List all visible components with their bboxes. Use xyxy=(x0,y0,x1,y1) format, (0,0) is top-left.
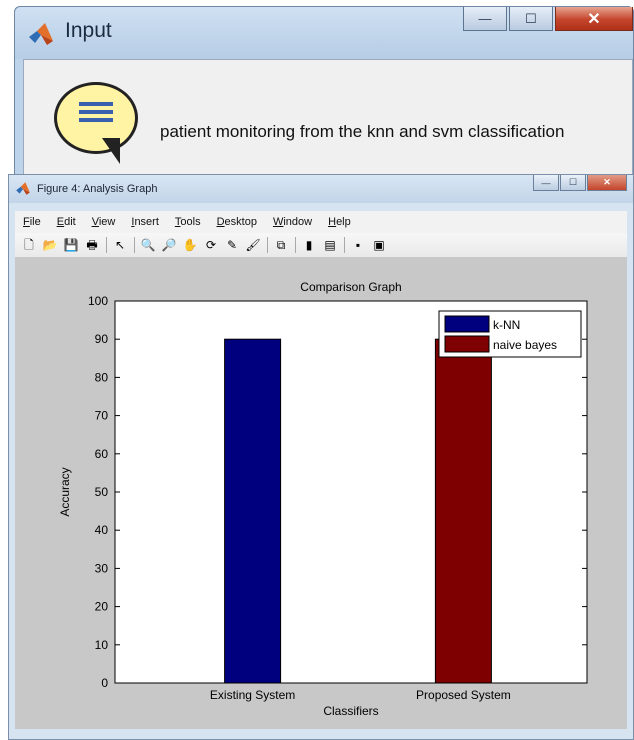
y-tick-label: 80 xyxy=(95,370,109,384)
y-axis-label: Accuracy xyxy=(58,467,72,516)
bar-k-nn xyxy=(224,338,282,684)
figure-titlebar[interactable]: Figure 4: Analysis Graph — ☐ ✕ xyxy=(9,175,633,203)
colorbar-icon[interactable]: ▮ xyxy=(301,237,317,253)
pan-hand-icon[interactable]: ✋ xyxy=(182,237,198,253)
new-file-icon[interactable]: 🗋 xyxy=(21,237,37,253)
toolbar-separator xyxy=(344,237,345,253)
open-folder-icon[interactable]: 📂 xyxy=(42,237,58,253)
plot-area xyxy=(114,300,588,684)
y-tick-label: 90 xyxy=(95,332,109,346)
y-tick-label: 60 xyxy=(95,447,109,461)
figure-maximize-button[interactable]: ☐ xyxy=(560,175,586,191)
x-axis-label: Classifiers xyxy=(323,704,378,718)
menu-item-edit[interactable]: Edit xyxy=(49,216,84,228)
help-dialog-icon xyxy=(54,82,138,154)
y-tick-label: 20 xyxy=(95,600,109,614)
menu-bar: File Edit View Insert Tools Desktop Window Help xyxy=(15,211,627,233)
toolbar-separator xyxy=(267,237,268,253)
show-plot-tools-icon[interactable]: ▣ xyxy=(371,237,387,253)
y-tick-label: 50 xyxy=(95,485,109,499)
data-cursor-icon[interactable]: ✎ xyxy=(224,237,240,253)
legend-swatch xyxy=(444,335,490,353)
bar-chart: Comparison Graph 0 10 20 30 40 50 60 70 80 90 100 Ex… xyxy=(58,280,588,718)
minimize-icon: — xyxy=(541,177,551,188)
figure-window: Figure 4: Analysis Graph — ☐ ✕ File Edit V… xyxy=(8,174,634,740)
print-icon[interactable]: 🖶 xyxy=(84,237,100,253)
figure-minimize-button[interactable]: — xyxy=(533,175,559,191)
text-lines-icon xyxy=(79,102,113,132)
chart-title: Comparison Graph xyxy=(300,280,401,294)
legend-label: naive bayes xyxy=(493,338,557,352)
legend-icon[interactable]: ▤ xyxy=(322,237,338,253)
y-tick-label: 40 xyxy=(95,523,109,537)
toolbar-separator xyxy=(295,237,296,253)
maximize-button[interactable]: ☐ xyxy=(509,7,553,31)
rotate-3d-icon[interactable]: ⟳ xyxy=(203,237,219,253)
y-tick-label: 70 xyxy=(95,409,109,423)
input-dialog-title: Input xyxy=(65,19,112,42)
dialog-message: patient monitoring from the knn and svm … xyxy=(160,122,565,141)
toolbar-separator xyxy=(106,237,107,253)
menu-item-tools[interactable]: Tools xyxy=(167,216,209,228)
figure-toolbar: 🗋 📂 💾 🖶 ↖ 🔍 🔎 ✋ ⟳ ✎ 🖌 ⧉ ▮ ▤ ▪ ▣ xyxy=(15,233,627,257)
close-icon: ✕ xyxy=(587,10,601,28)
y-tick-label: 10 xyxy=(95,638,109,652)
zoom-in-icon[interactable]: 🔍 xyxy=(140,237,156,253)
menu-item-file[interactable]: File xyxy=(15,216,49,228)
y-tick-label: 0 xyxy=(101,676,108,690)
matlab-logo-icon xyxy=(16,182,30,195)
close-icon: ✕ xyxy=(603,177,611,187)
figure-close-button[interactable]: ✕ xyxy=(587,175,627,191)
close-button[interactable]: ✕ xyxy=(555,7,633,31)
x-tick-label: Existing System xyxy=(210,688,295,702)
bubble-tail-icon xyxy=(102,138,120,164)
toolbar-separator xyxy=(134,237,135,253)
maximize-icon: ☐ xyxy=(525,10,537,26)
minimize-icon: — xyxy=(478,11,492,26)
y-tick-label: 100 xyxy=(88,294,108,308)
brush-icon[interactable]: 🖌 xyxy=(245,237,261,253)
menu-item-insert[interactable]: Insert xyxy=(123,216,167,228)
figure-title: Figure 4: Analysis Graph xyxy=(37,183,158,195)
legend-label: k-NN xyxy=(493,318,520,332)
menu-item-desktop[interactable]: Desktop xyxy=(209,216,265,228)
pointer-icon[interactable]: ↖ xyxy=(112,237,128,253)
legend-swatch xyxy=(444,315,490,333)
save-icon[interactable]: 💾 xyxy=(63,237,79,253)
menu-item-window[interactable]: Window xyxy=(265,216,320,228)
menu-item-help[interactable]: Help xyxy=(320,216,359,228)
x-tick-label: Proposed System xyxy=(416,688,511,702)
minimize-button[interactable]: — xyxy=(463,7,507,31)
link-plot-icon[interactable]: ⧉ xyxy=(273,237,289,253)
zoom-out-icon[interactable]: 🔎 xyxy=(161,237,177,253)
matlab-logo-icon xyxy=(29,23,53,45)
figure-canvas: Comparison Graph 0 10 20 30 40 50 60 70 80 90 100 Ex… xyxy=(15,257,627,729)
maximize-icon: ☐ xyxy=(568,177,578,187)
menu-item-view[interactable]: View xyxy=(84,216,124,228)
y-tick-label: 30 xyxy=(95,561,109,575)
bar-naive-bayes xyxy=(434,338,492,684)
hide-plot-tools-icon[interactable]: ▪ xyxy=(350,237,366,253)
input-dialog-titlebar[interactable]: Input — ☐ ✕ xyxy=(15,7,633,59)
